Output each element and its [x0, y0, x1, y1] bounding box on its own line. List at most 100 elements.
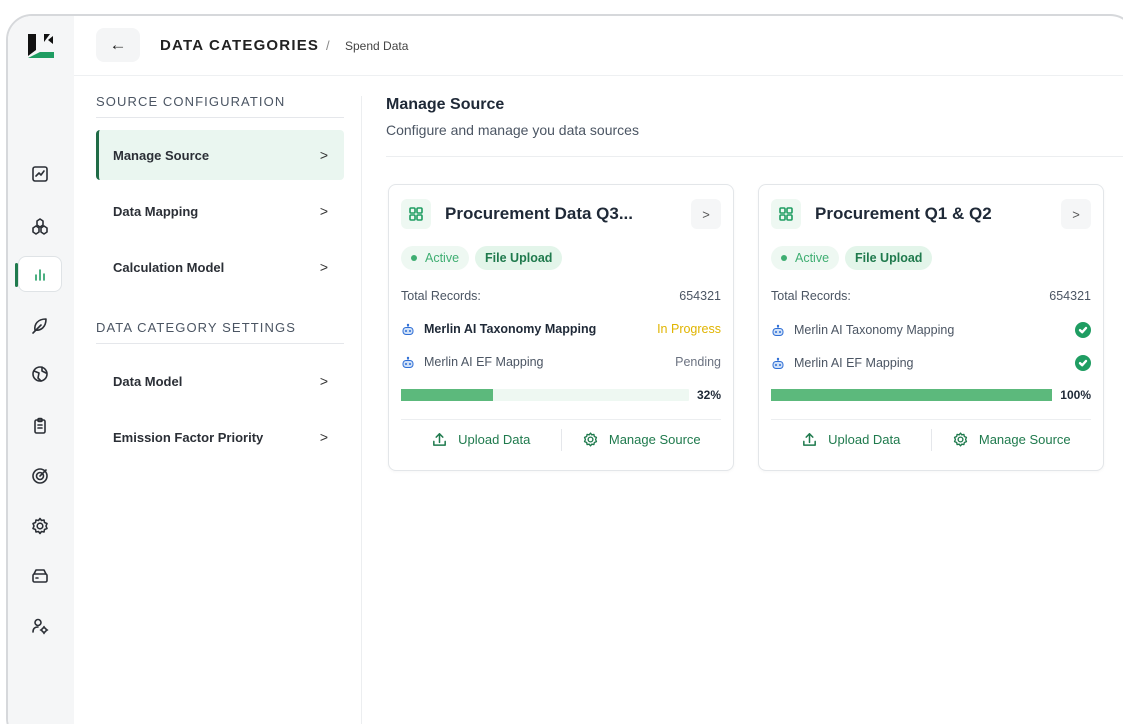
- progress-fill: [401, 389, 494, 401]
- type-badge: File Upload: [845, 246, 933, 270]
- card-badges: Active File Upload: [771, 246, 933, 270]
- robot-icon: [772, 324, 784, 336]
- gear-icon[interactable]: [18, 508, 62, 544]
- settings-nav: SOURCE CONFIGURATION Manage Source > Dat…: [96, 94, 344, 462]
- check-circle-icon: [1075, 322, 1091, 338]
- total-records-label: Total Records:: [401, 289, 481, 303]
- gear-icon: [583, 432, 597, 447]
- robot-icon: [772, 357, 784, 369]
- upload-icon: [433, 433, 447, 446]
- total-records-value: 654321: [1049, 289, 1091, 303]
- breadcrumb-title[interactable]: DATA CATEGORIES: [160, 37, 319, 54]
- card-title[interactable]: Procurement Q1 & Q2: [815, 204, 1061, 224]
- robot-icon: [402, 356, 414, 368]
- total-records-label: Total Records:: [771, 289, 851, 303]
- taxonomy-mapping-status: In Progress: [657, 322, 721, 336]
- chevron-right-icon: >: [319, 259, 328, 275]
- taxonomy-mapping-row: Merlin AI Taxonomy Mapping In Progress: [401, 322, 721, 336]
- back-button[interactable]: ←: [96, 28, 140, 62]
- nav-item-label: Calculation Model: [113, 259, 225, 275]
- nav-item-calculation-model[interactable]: Calculation Model >: [96, 242, 344, 292]
- type-badge: File Upload: [475, 246, 563, 270]
- icon-rail: [8, 16, 74, 724]
- gear-icon: [953, 432, 967, 447]
- nav-item-label: Data Mapping: [113, 203, 199, 219]
- upload-data-label: Upload Data: [828, 432, 901, 447]
- progress-bar: 100%: [771, 388, 1091, 402]
- leaf-icon[interactable]: [18, 308, 62, 344]
- app-logo[interactable]: [26, 30, 56, 60]
- card-header: Procurement Data Q3... >: [401, 198, 721, 230]
- card-actions: Upload Data Manage Source: [401, 419, 721, 459]
- progress-fill: [771, 389, 1053, 401]
- progress-track: [771, 389, 1053, 401]
- target-icon[interactable]: [18, 458, 62, 494]
- card-title[interactable]: Procurement Data Q3...: [445, 204, 691, 224]
- chevron-right-icon: >: [319, 203, 328, 219]
- chevron-right-icon: >: [702, 206, 710, 222]
- status-badge: Active: [771, 246, 840, 270]
- arrow-left-icon: ←: [109, 35, 127, 54]
- chevron-right-icon: >: [319, 429, 328, 445]
- hard-drive-icon[interactable]: [18, 558, 62, 594]
- card-header: Procurement Q1 & Q2 >: [771, 198, 1091, 230]
- progress-percent: 32%: [696, 388, 721, 402]
- taxonomy-mapping-label: Merlin AI Taxonomy Mapping: [424, 322, 597, 336]
- robot-icon: [402, 323, 414, 335]
- ef-mapping-status: Pending: [675, 355, 721, 369]
- nav-item-data-model[interactable]: Data Model >: [96, 356, 344, 406]
- nav-item-manage-source[interactable]: Manage Source >: [96, 130, 344, 180]
- ef-mapping-row: Merlin AI EF Mapping Pending: [401, 355, 721, 369]
- source-card[interactable]: Procurement Data Q3... > Active File Upl…: [388, 184, 734, 471]
- app-window: ← DATA CATEGORIES / Spend Data SOURCE CO…: [6, 14, 1123, 724]
- page-description: Configure and manage you data sources: [386, 122, 639, 138]
- card-actions: Upload Data Manage Source: [771, 419, 1091, 459]
- manage-source-label: Manage Source: [608, 432, 701, 447]
- source-configuration-heading: SOURCE CONFIGURATION: [96, 94, 344, 118]
- open-source-button[interactable]: >: [691, 199, 721, 229]
- progress-bar: 32%: [401, 388, 721, 402]
- nav-item-label: Manage Source: [113, 147, 210, 163]
- progress-percent: 100%: [1060, 388, 1091, 402]
- upload-data-label: Upload Data: [458, 432, 531, 447]
- progress-track: [401, 389, 689, 401]
- grid-icon: [401, 199, 431, 229]
- upload-icon: [803, 433, 817, 446]
- breadcrumb-separator: /: [326, 38, 330, 53]
- nav-item-label: Emission Factor Priority: [113, 429, 264, 445]
- ef-mapping-row: Merlin AI EF Mapping: [771, 355, 1091, 371]
- nav-item-data-mapping[interactable]: Data Mapping >: [96, 186, 344, 236]
- nav-item-label: Data Model: [113, 373, 183, 389]
- clipboard-icon[interactable]: [18, 408, 62, 444]
- globe-icon[interactable]: [18, 356, 62, 392]
- nav-item-emission-factor-priority[interactable]: Emission Factor Priority >: [96, 412, 344, 462]
- total-records-row: Total Records: 654321: [401, 289, 721, 303]
- open-source-button[interactable]: >: [1061, 199, 1091, 229]
- main-content: Manage Source Configure and manage you d…: [386, 96, 1123, 157]
- taxonomy-mapping-label: Merlin AI Taxonomy Mapping: [794, 323, 955, 337]
- chevron-right-icon: >: [319, 373, 328, 389]
- manage-source-button[interactable]: Manage Source: [562, 426, 722, 454]
- breadcrumb-current: Spend Data: [345, 39, 409, 53]
- total-records-value: 654321: [679, 289, 721, 303]
- manage-source-button[interactable]: Manage Source: [932, 426, 1092, 454]
- total-records-row: Total Records: 654321: [771, 289, 1091, 303]
- cubes-icon[interactable]: [18, 208, 62, 244]
- upload-data-button[interactable]: Upload Data: [401, 426, 561, 454]
- user-settings-icon[interactable]: [18, 608, 62, 644]
- card-badges: Active File Upload: [401, 246, 563, 270]
- divider: [386, 156, 1123, 157]
- page-title: Manage Source: [386, 96, 505, 113]
- manage-source-label: Manage Source: [978, 432, 1071, 447]
- data-category-settings-heading: DATA CATEGORY SETTINGS: [96, 320, 344, 344]
- chevron-right-icon: >: [319, 147, 328, 163]
- bar-chart-icon[interactable]: [15, 256, 62, 292]
- chart-line-icon[interactable]: [18, 156, 62, 192]
- grid-icon: [771, 199, 801, 229]
- source-card[interactable]: Procurement Q1 & Q2 > Active File Upload…: [758, 184, 1104, 471]
- breadcrumb: ← DATA CATEGORIES / Spend Data: [74, 16, 1123, 76]
- status-badge: Active: [401, 246, 470, 270]
- chevron-right-icon: >: [1072, 206, 1080, 222]
- upload-data-button[interactable]: Upload Data: [771, 426, 931, 454]
- taxonomy-mapping-row: Merlin AI Taxonomy Mapping: [771, 322, 1091, 338]
